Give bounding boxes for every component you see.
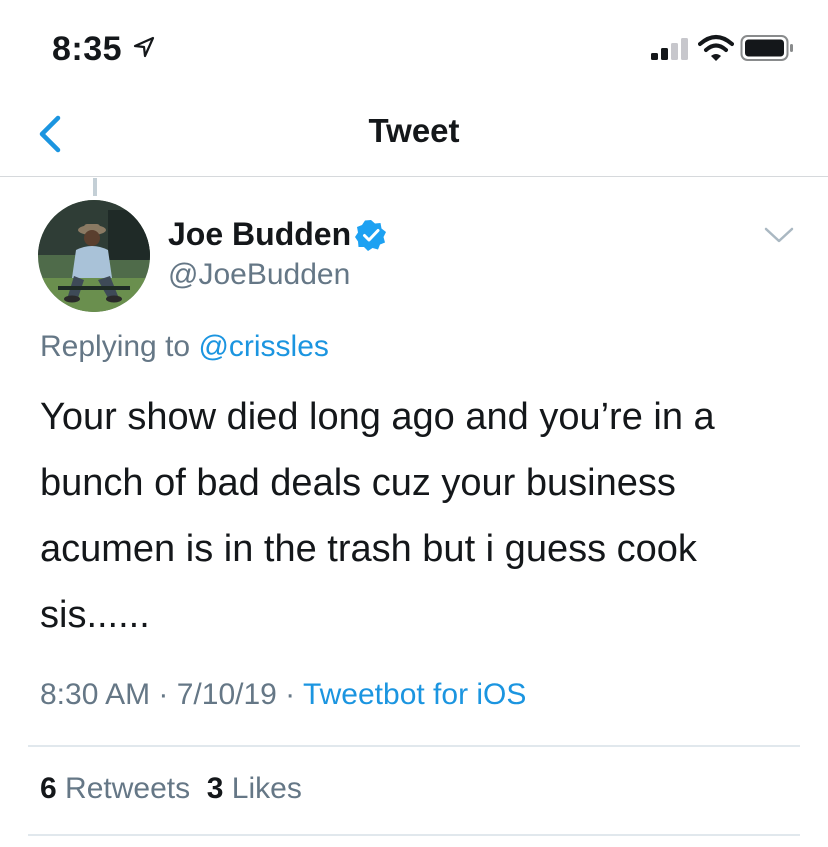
- wifi-icon: [698, 35, 734, 61]
- chevron-down-icon[interactable]: [764, 226, 794, 244]
- replying-prefix: Replying to: [40, 330, 191, 363]
- retweets-count: 6: [40, 772, 57, 805]
- author-name[interactable]: Joe Budden: [168, 216, 351, 253]
- likes-count: 3: [206, 772, 224, 805]
- likes-label: Likes: [231, 772, 302, 805]
- tweet-text: Your show died long ago and you’re in a …: [40, 396, 715, 636]
- location-arrow-icon: [133, 36, 155, 58]
- verified-badge-icon: [355, 220, 386, 251]
- signal-icon: [651, 38, 688, 60]
- meta-separator: ·: [150, 678, 177, 711]
- divider: [28, 745, 800, 747]
- replying-to: Replying to @crissles: [40, 330, 329, 364]
- avatar[interactable]: [38, 200, 150, 312]
- nav-bar: Tweet: [0, 96, 828, 177]
- retweets-label: Retweets: [65, 772, 191, 805]
- author-handle[interactable]: @JoeBudden: [168, 258, 350, 292]
- tweet-time: 8:30 AM: [40, 678, 151, 711]
- replying-handle-link[interactable]: @crissles: [198, 330, 328, 363]
- page-title: Tweet: [368, 112, 460, 149]
- tweet-source-link[interactable]: Tweetbot for iOS: [303, 678, 526, 711]
- thread-line: [93, 178, 97, 196]
- tweet-meta: 8:30 AM · 7/10/19 · Tweetbot for iOS: [40, 678, 526, 712]
- battery-icon: [740, 35, 793, 61]
- status-time: 8:35: [52, 30, 123, 68]
- retweets-stat[interactable]: 6 Retweets: [40, 772, 190, 805]
- tweet-stats: 6 Retweets 3 Likes: [40, 772, 302, 806]
- status-bar: 8:35: [0, 0, 828, 96]
- likes-stat[interactable]: 3 Likes: [207, 772, 302, 805]
- tweet-date: 7/10/19: [176, 678, 277, 711]
- divider: [28, 834, 800, 836]
- meta-separator: ·: [276, 678, 303, 711]
